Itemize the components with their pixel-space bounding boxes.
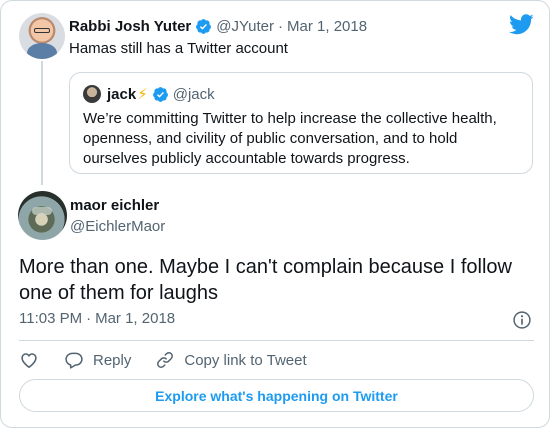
quoted-author-name: jack: [107, 85, 137, 103]
main-author-avatar[interactable]: [18, 191, 67, 240]
info-icon[interactable]: [512, 310, 532, 330]
main-author-handle[interactable]: @EichlerMaor: [70, 218, 165, 235]
link-icon: [157, 352, 174, 368]
reply-button[interactable]: Reply: [64, 350, 131, 370]
lightning-emoji: ⚡: [137, 86, 148, 103]
copy-link-label: Copy link to Tweet: [184, 351, 307, 369]
quoted-tweet-header: jack ⚡ @jack: [107, 84, 215, 104]
parent-author-name[interactable]: Rabbi Josh Yuter: [69, 18, 191, 35]
copy-link-button[interactable]: Copy link to Tweet: [155, 350, 307, 370]
timestamp-separator: ·: [86, 310, 92, 327]
explore-twitter-button[interactable]: Explore what's happening on Twitter: [19, 379, 534, 412]
reply-bubble-icon: [65, 352, 83, 369]
parent-tweet-date[interactable]: Mar 1, 2018: [287, 18, 367, 35]
action-divider: [19, 340, 534, 341]
main-author-name[interactable]: maor eichler: [70, 197, 159, 214]
tweet-date: Mar 1, 2018: [95, 310, 176, 327]
tweet-time: 11:03 PM: [19, 310, 83, 327]
twitter-bird-icon[interactable]: [509, 14, 534, 35]
avatar-shirt: [27, 43, 57, 59]
tweet-timestamp[interactable]: 11:03 PM · Mar 1, 2018: [19, 310, 175, 327]
parent-tweet-text: Hamas still has a Twitter account: [69, 40, 288, 57]
avatar-glasses: [34, 28, 50, 33]
parent-tweet-header: Rabbi Josh Yuter @JYuter · Mar 1, 2018: [69, 16, 367, 36]
parent-author-handle[interactable]: @JYuter: [216, 18, 274, 35]
quoted-author-avatar: [83, 85, 101, 103]
header-separator: ·: [278, 17, 284, 35]
parent-author-avatar[interactable]: [19, 13, 65, 59]
tweet-actions: Reply Copy link to Tweet: [19, 348, 307, 372]
main-tweet-text: More than one. Maybe I can't complain be…: [19, 256, 512, 304]
avatar-detail: [32, 207, 52, 215]
thread-connector-line: [41, 61, 43, 185]
quoted-tweet-text: We’re committing Twitter to help increas…: [83, 110, 497, 167]
heart-icon: [21, 353, 37, 368]
quoted-author-handle: @jack: [172, 85, 215, 103]
like-button[interactable]: [19, 350, 39, 370]
quoted-tweet[interactable]: jack ⚡ @jack We’re committing Twitter to…: [69, 72, 533, 174]
embedded-tweet-card: Rabbi Josh Yuter @JYuter · Mar 1, 2018 H…: [0, 0, 550, 428]
verified-badge-icon: [152, 86, 168, 102]
verified-badge-icon: [196, 18, 212, 34]
reply-label: Reply: [93, 351, 132, 369]
